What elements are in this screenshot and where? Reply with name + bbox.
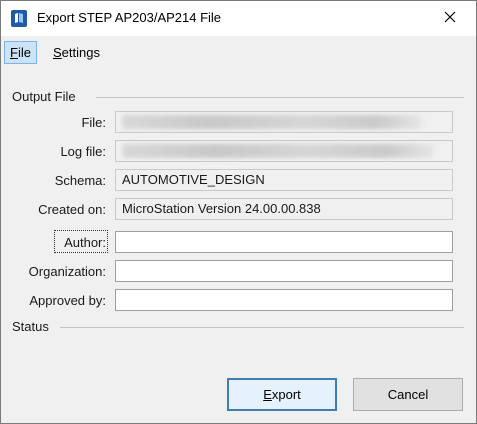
status-divider [60,327,464,328]
log-file-label: Log file: [60,144,106,159]
tab-file-rest: ile [17,45,31,60]
tab-file[interactable]: File [4,41,37,64]
schema-value: AUTOMOTIVE_DESIGN [122,172,265,187]
status-heading: Status [12,319,49,334]
tab-file-mnemonic: F [10,45,18,60]
close-icon [444,11,456,26]
tab-settings-rest: ettings [61,45,100,60]
organization-input[interactable] [115,260,453,282]
tab-settings[interactable]: Settings [48,41,105,64]
approved-by-label: Approved by: [29,293,106,308]
export-button-mnemonic: E [263,387,272,402]
export-button-rest: xport [271,387,301,402]
microstation-icon [11,10,27,27]
author-input[interactable] [115,231,453,253]
export-button[interactable]: Export [227,378,337,411]
tab-settings-mnemonic: S [53,45,62,60]
file-field[interactable] [115,111,453,133]
export-step-dialog: Export STEP AP203/AP214 File File Settin… [0,0,477,424]
file-value-redacted [122,115,422,129]
schema-field: AUTOMOTIVE_DESIGN [115,169,453,191]
log-file-field[interactable] [115,140,453,162]
organization-label: Organization: [28,264,106,279]
close-button[interactable] [430,3,470,33]
approved-by-input[interactable] [115,289,453,311]
output-file-heading: Output File [12,89,76,104]
file-label: File: [81,115,106,130]
window-title: Export STEP AP203/AP214 File [37,10,222,25]
schema-label: Schema: [54,173,106,188]
author-label: Author: [64,235,106,250]
cancel-button[interactable]: Cancel [353,378,463,411]
output-file-divider [96,97,464,98]
log-file-value-redacted [122,144,434,158]
created-on-label: Created on: [38,202,106,217]
title-bar[interactable]: Export STEP AP203/AP214 File [1,1,476,36]
created-on-field: MicroStation Version 24.00.00.838 [115,198,453,220]
created-on-value: MicroStation Version 24.00.00.838 [122,201,321,216]
tab-bar: File Settings [1,36,476,69]
